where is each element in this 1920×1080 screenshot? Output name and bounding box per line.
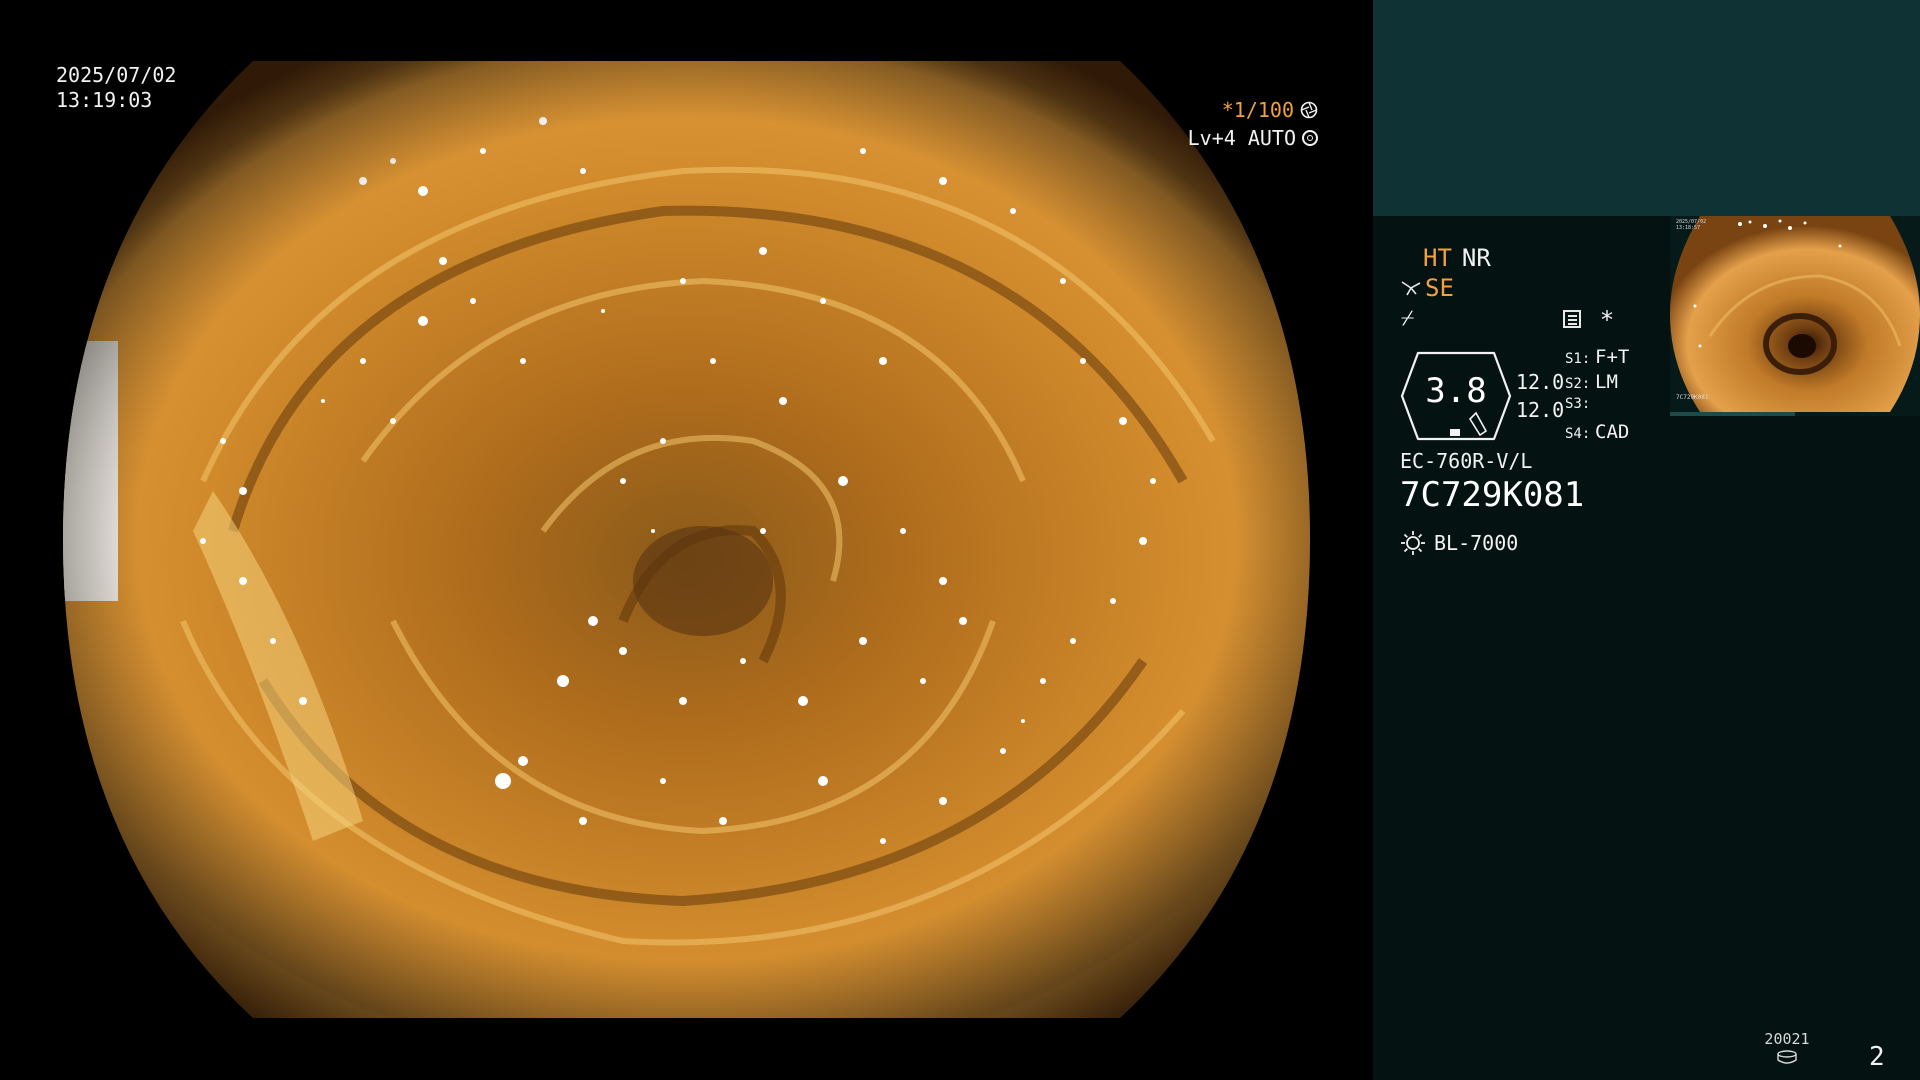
star-icon: * (1601, 306, 1613, 334)
info-panel: HT NR SE ⌿ * 3.8 12.0 12.0 S1: F+T S2: LM… (1373, 0, 1920, 1080)
date-text: 2025/07/02 (56, 63, 177, 87)
mode-se: SE (1425, 274, 1454, 302)
gauge-sub-1: 12.0 (1516, 370, 1565, 394)
shutter-readout: *1/100 (1222, 98, 1318, 122)
switch-key: S1: (1565, 351, 1591, 367)
colon-lumen-graphic (63, 61, 1310, 1018)
switch-row: S2: LM (1565, 371, 1629, 396)
switch-row: S4: CAD (1565, 421, 1629, 446)
page-number: 2 (1869, 1042, 1885, 1072)
switch-key: S3: (1565, 396, 1591, 412)
thumbnail-image (1670, 216, 1920, 412)
switch-row: S3: (1565, 396, 1629, 421)
switch-assignments: S1: F+T S2: LM S3: S4: CAD (1565, 346, 1629, 446)
scope-model: EC-760R-V/L (1400, 449, 1533, 473)
image-mode-line: HT NR (1423, 244, 1491, 272)
date-time-readout: 2025/07/02 13:19:03 (56, 63, 176, 113)
scope-serial: 7C729K081 (1400, 475, 1585, 515)
iris-readout: Lv+4 AUTO (1188, 126, 1318, 150)
captured-thumbnail[interactable]: 2025/07/02 13:18:57 7C729K081 (1670, 216, 1920, 416)
gauge-sub-2: 12.0 (1516, 398, 1565, 422)
structure-enhance-line: SE (1401, 274, 1454, 302)
thumbnail-datetime: 2025/07/02 13:18:57 (1676, 219, 1706, 231)
switch-value: F+T (1595, 346, 1630, 368)
aperture-icon (1300, 101, 1318, 119)
ring-icon (1302, 130, 1318, 146)
panel-header-strip (1373, 0, 1920, 216)
mode-ht: HT (1423, 244, 1452, 272)
light-source-line: BL-7000 (1400, 530, 1518, 556)
endoscope-main-view: 2025/07/02 13:19:03 *1/100 Lv+4 AUTO (0, 0, 1372, 1080)
gauge-display: 3.8 (1400, 351, 1512, 441)
sun-icon (1401, 531, 1425, 555)
mode-nr: NR (1461, 244, 1491, 272)
thumbnail-serial: 7C729K081 (1676, 394, 1709, 401)
scissors-icon (1401, 281, 1421, 296)
switch-key: S2: (1565, 376, 1591, 392)
switch-row: S1: F+T (1565, 346, 1629, 371)
iris-text: Lv+4 AUTO (1187, 126, 1296, 150)
shutter-text: *1/100 (1221, 98, 1294, 122)
light-source-text: BL-7000 (1434, 531, 1519, 555)
time-text: 13:19:03 (56, 88, 153, 112)
record-count: 20021 (1764, 1030, 1810, 1048)
switch-value: CAD (1595, 421, 1630, 443)
gauge-value: 3.8 (1425, 371, 1487, 411)
switch-key: S4: (1565, 426, 1591, 442)
thumbnail-bar (1670, 412, 1795, 416)
flash-icon: ⌿ (1401, 306, 1415, 331)
disk-icon (1777, 1050, 1797, 1064)
menu-icon (1563, 310, 1581, 328)
switch-value: LM (1595, 371, 1618, 393)
endoscope-image (63, 61, 1310, 1018)
thumbnail-time: 13:18:57 (1676, 225, 1701, 231)
